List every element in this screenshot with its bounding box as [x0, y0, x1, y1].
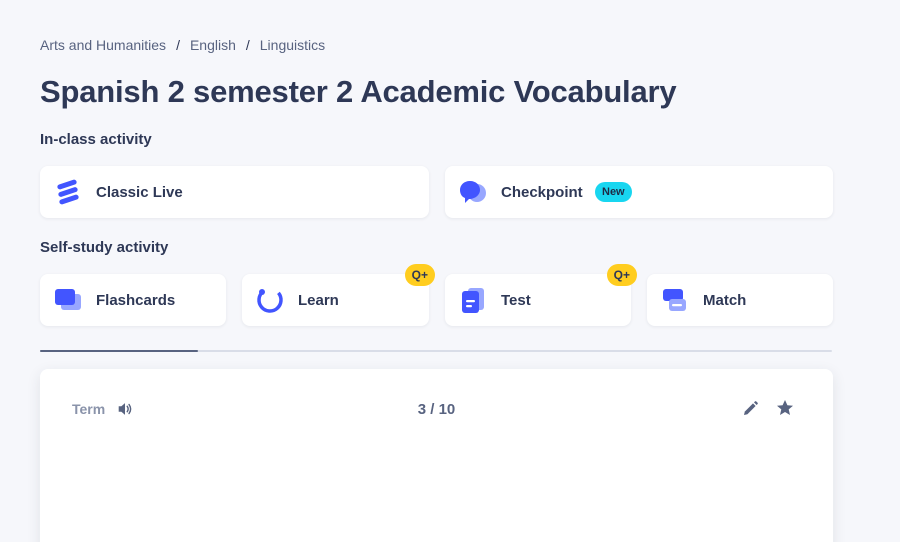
match-label: Match — [703, 291, 747, 309]
test-label: Test — [501, 291, 531, 309]
new-badge: New — [595, 182, 632, 202]
breadcrumb-item-linguistics[interactable]: Linguistics — [260, 37, 325, 53]
progress-bar — [40, 350, 832, 352]
breadcrumb-separator: / — [176, 37, 180, 53]
test-button[interactable]: Test Q+ — [445, 264, 637, 326]
self-study-heading: Self-study activity — [40, 239, 169, 256]
match-icon — [663, 289, 686, 311]
flashcard[interactable]: Term 3 / 10 — [40, 369, 833, 542]
breadcrumb-item-arts[interactable]: Arts and Humanities — [40, 37, 166, 53]
flashcards-icon — [55, 289, 81, 310]
match-button[interactable]: Match — [647, 274, 833, 326]
flashcards-button[interactable]: Flashcards — [40, 274, 226, 326]
star-icon[interactable] — [775, 398, 795, 418]
flashcards-label: Flashcards — [96, 291, 176, 309]
learn-button[interactable]: Learn Q+ — [242, 264, 435, 326]
progress-bar-fill — [40, 350, 199, 352]
qplus-badge: Q+ — [404, 264, 435, 286]
breadcrumb-separator: / — [245, 37, 250, 53]
pencil-icon[interactable] — [740, 399, 760, 419]
checkpoint-button[interactable]: Checkpoint New — [445, 166, 833, 218]
breadcrumb: Arts and Humanities / English / Linguist… — [40, 37, 325, 53]
classic-live-button[interactable]: Classic Live — [40, 166, 429, 218]
classic-live-icon — [57, 179, 79, 205]
in-class-heading: In-class activity — [40, 131, 152, 148]
learn-icon — [257, 287, 283, 313]
checkpoint-label: Checkpoint — [501, 183, 583, 201]
breadcrumb-item-english[interactable]: English — [190, 37, 236, 53]
qplus-badge: Q+ — [606, 264, 637, 286]
classic-live-label: Classic Live — [96, 183, 183, 201]
study-set-page: Arts and Humanities / English / Linguist… — [0, 0, 900, 542]
checkpoint-icon — [460, 181, 486, 203]
learn-label: Learn — [298, 291, 339, 309]
flashcard-counter: 3 / 10 — [417, 401, 456, 418]
page-title: Spanish 2 semester 2 Academic Vocabulary — [40, 74, 677, 109]
test-icon — [462, 288, 484, 313]
